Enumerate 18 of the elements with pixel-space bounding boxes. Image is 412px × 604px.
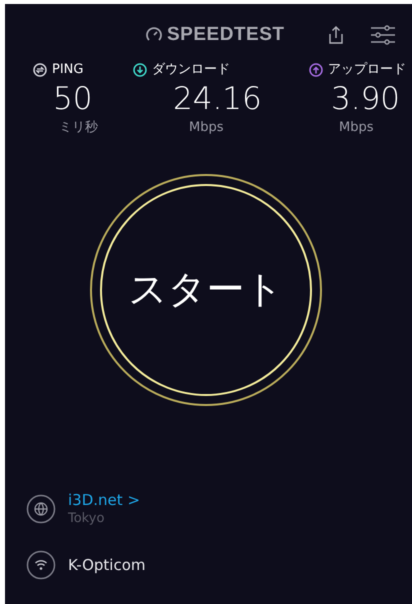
start-button[interactable]: スタート [100,184,312,396]
metric-label: ダウンロード [152,61,230,80]
metric-value: 24.16 [173,80,262,118]
metric-unit: Mbps [188,119,224,137]
metric-value: 3.90 [331,80,400,118]
metric-unit: Mbps [338,119,374,137]
metric-unit: ミリ秒 [58,119,99,137]
provider-name: K-Opticom [68,554,146,576]
globe-icon [26,494,56,524]
metric-label: アップロード [328,61,406,80]
speedtest-logo: SPEEDTEST [167,22,284,47]
share-icon[interactable] [328,25,344,45]
server-link[interactable]: i3D.net > [68,490,140,508]
metric-value: 50 [53,80,92,118]
metric-label: PING [52,61,84,80]
wifi-icon [26,550,56,580]
settings-icon[interactable] [370,24,396,46]
server-location: Tokyo [68,510,106,528]
